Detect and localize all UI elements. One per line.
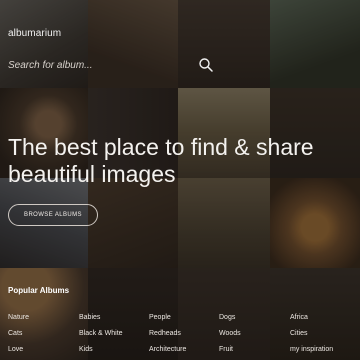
albums-row: Love Kids Architecture Fruit my inspirat…: [0, 342, 360, 358]
hero-line-1: The best place to find & share: [8, 134, 314, 160]
album-link[interactable]: Love: [8, 346, 23, 353]
popular-albums-title: Popular Albums: [8, 286, 70, 295]
album-link[interactable]: Black & White: [79, 330, 123, 337]
album-link[interactable]: Architecture: [149, 346, 186, 353]
search-input[interactable]: [8, 56, 188, 74]
brand-logo[interactable]: albumarium: [8, 28, 61, 39]
hero-headline: The best place to find & share beautiful…: [8, 134, 348, 188]
browse-albums-button[interactable]: BROWSE ALBUMS: [8, 204, 98, 226]
album-link[interactable]: my inspiration: [290, 346, 333, 353]
album-link[interactable]: Babies: [79, 314, 100, 321]
album-link[interactable]: Cities: [290, 330, 308, 337]
search-icon[interactable]: [198, 57, 214, 73]
albums-row: Nature Babies People Dogs Africa: [0, 310, 360, 326]
album-link[interactable]: Kids: [79, 346, 93, 353]
page: albumarium The best place to find & shar…: [0, 0, 360, 360]
hero-line-2: beautiful images: [8, 161, 176, 187]
album-link[interactable]: Dogs: [219, 314, 235, 321]
album-link[interactable]: Cats: [8, 330, 22, 337]
album-link[interactable]: People: [149, 314, 171, 321]
album-link[interactable]: Nature: [8, 314, 29, 321]
album-link[interactable]: Redheads: [149, 330, 181, 337]
album-link[interactable]: Africa: [290, 314, 308, 321]
album-link[interactable]: Woods: [219, 330, 241, 337]
album-link[interactable]: Fruit: [219, 346, 233, 353]
search-bar: [8, 56, 218, 74]
albums-row: Cats Black & White Redheads Woods Cities: [0, 326, 360, 342]
